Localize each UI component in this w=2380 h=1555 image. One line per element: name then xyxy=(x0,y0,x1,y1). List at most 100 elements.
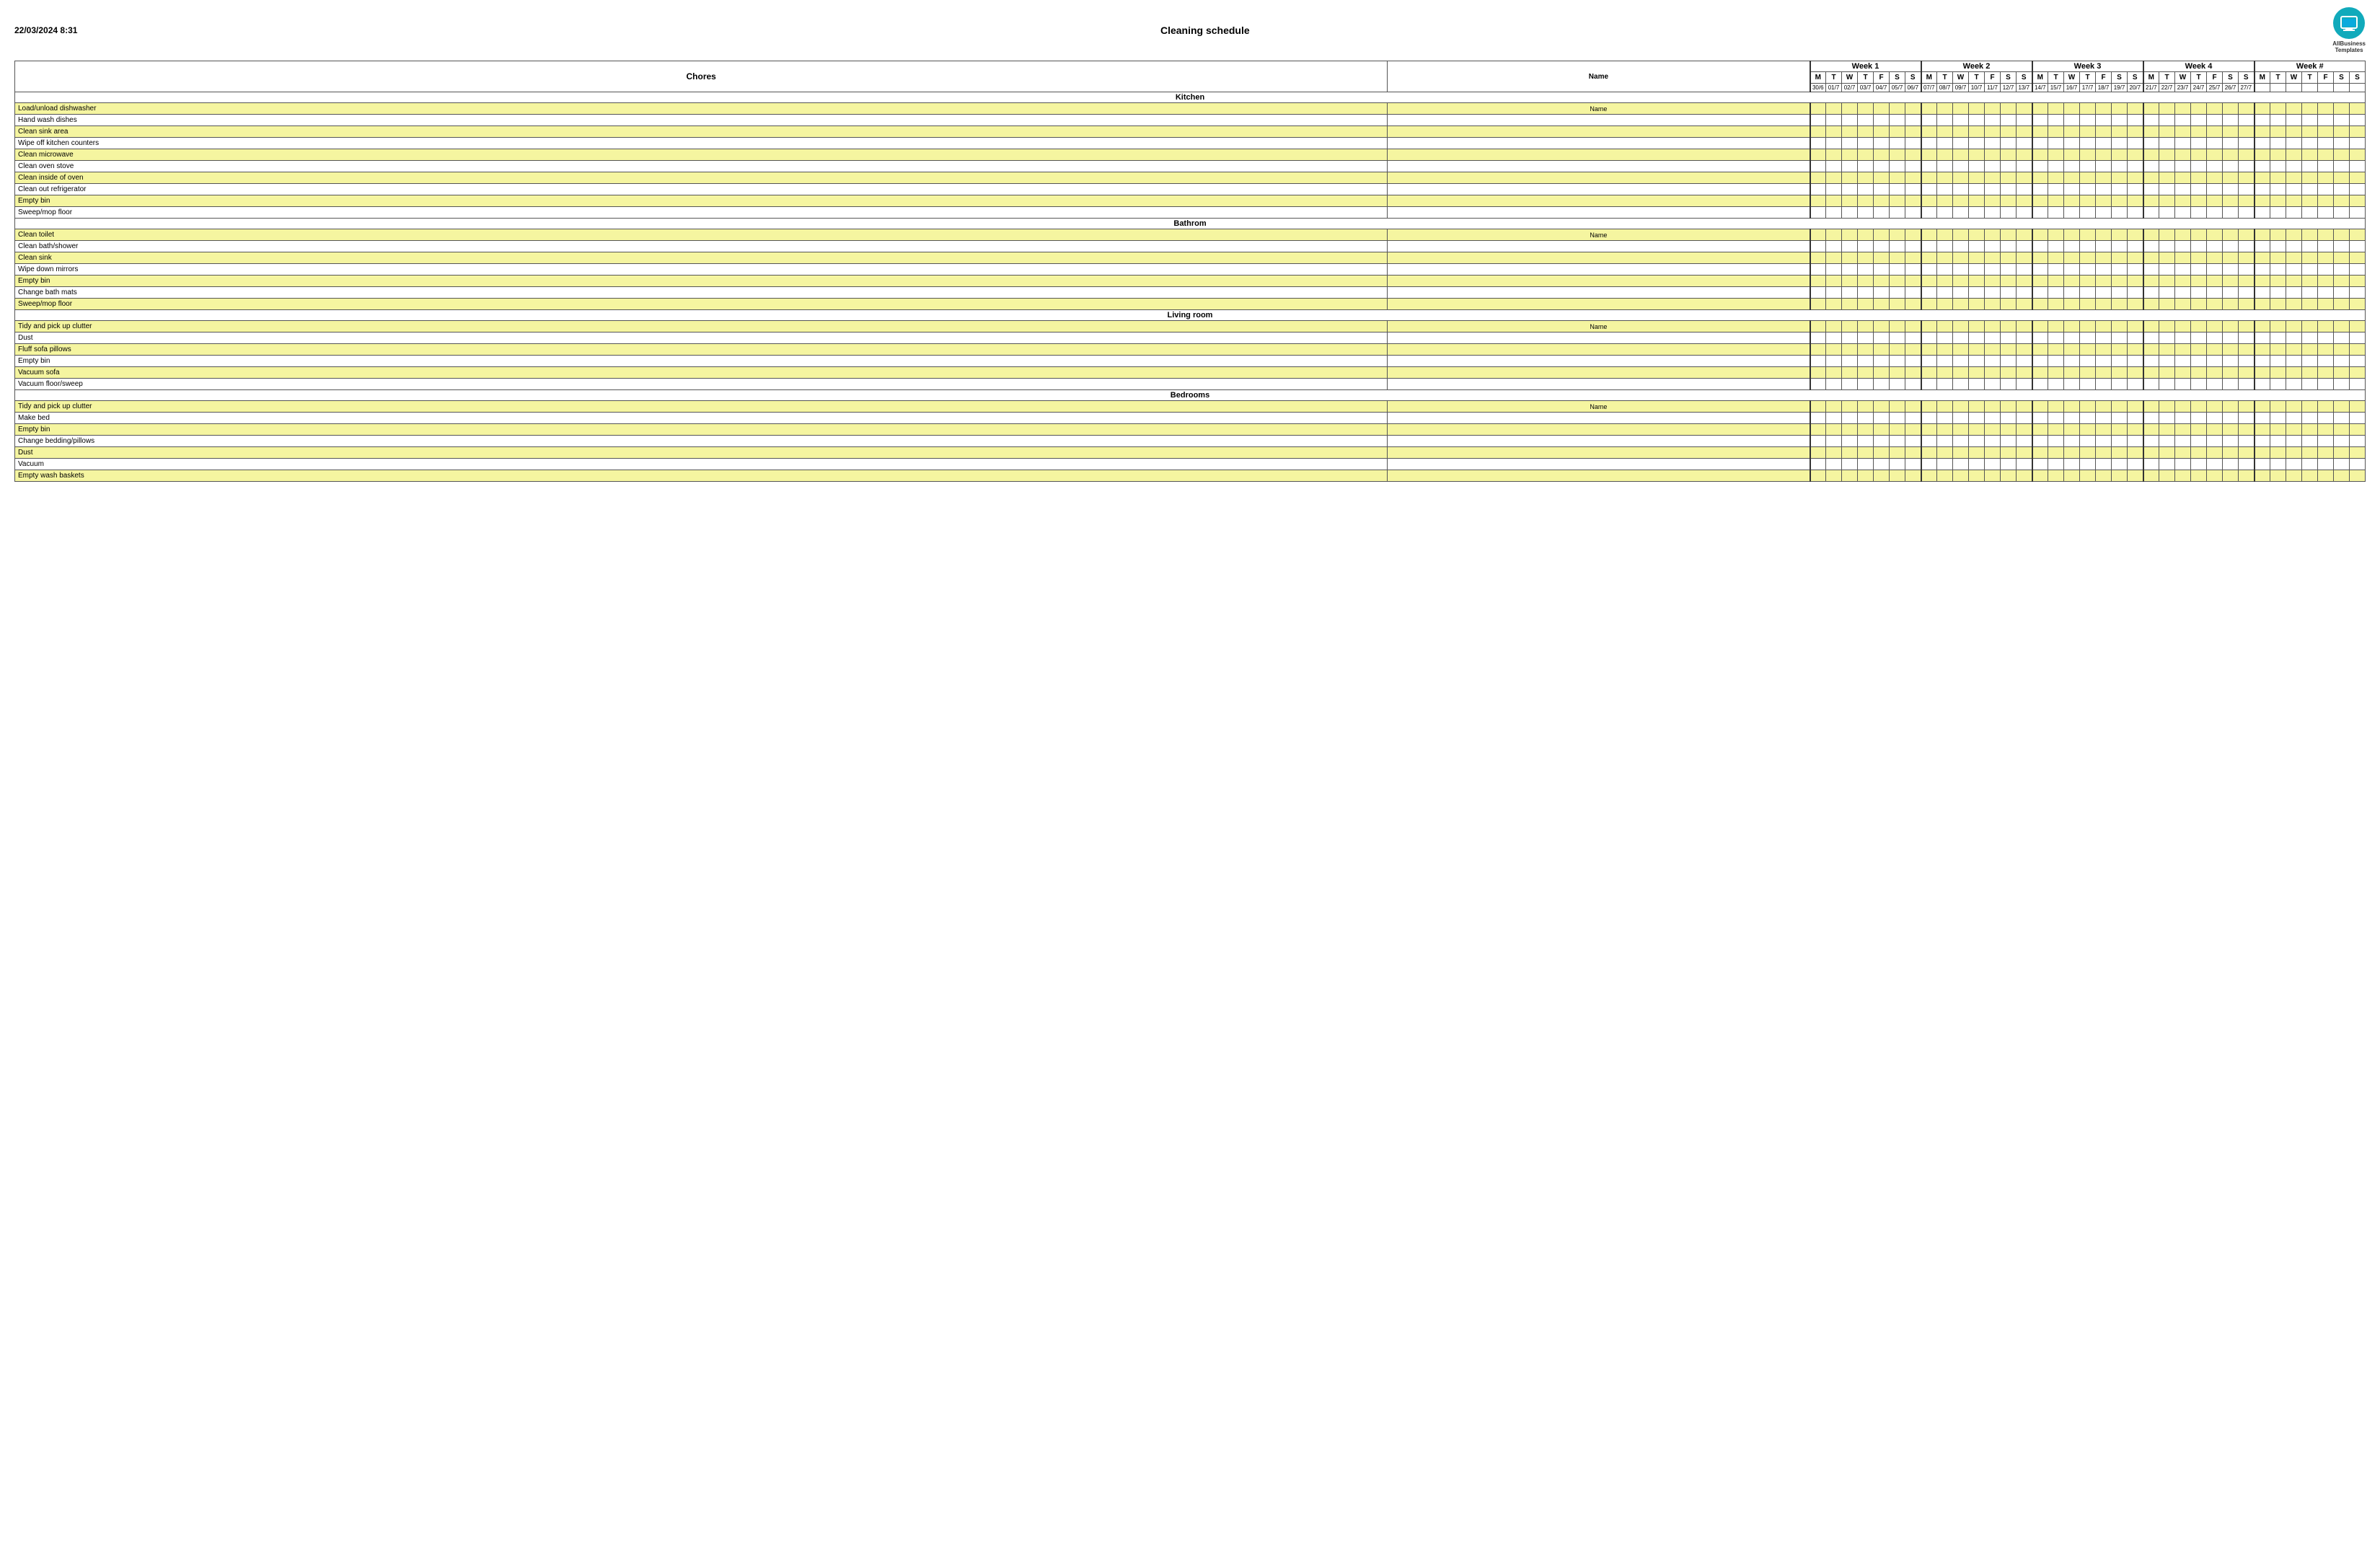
data-cell xyxy=(1937,413,1953,424)
d-24-7: 24/7 xyxy=(2191,84,2207,92)
data-cell xyxy=(2302,287,2318,299)
name-cell-2-3 xyxy=(1388,356,1810,367)
data-cell xyxy=(1890,229,1905,241)
data-cell xyxy=(1890,379,1905,390)
data-cell xyxy=(1826,332,1842,344)
data-cell xyxy=(1905,401,1921,413)
data-cell xyxy=(1826,161,1842,172)
data-cell xyxy=(1826,103,1842,115)
w5d5: F xyxy=(2318,72,2334,84)
data-cell xyxy=(2286,229,2302,241)
data-cell xyxy=(2270,115,2286,126)
data-cell xyxy=(1842,344,1858,356)
data-cell xyxy=(2017,207,2032,219)
data-cell xyxy=(1905,103,1921,115)
data-cell xyxy=(2001,424,2017,436)
data-cell xyxy=(1953,332,1969,344)
data-cell xyxy=(2318,447,2334,459)
data-cell xyxy=(2239,436,2255,447)
data-cell xyxy=(2032,299,2048,310)
data-cell xyxy=(2318,401,2334,413)
data-cell xyxy=(2159,287,2175,299)
data-cell xyxy=(1921,321,1937,332)
chore-label-0-8: Empty bin xyxy=(15,195,1388,207)
data-cell xyxy=(1905,195,1921,207)
data-cell xyxy=(2223,401,2239,413)
data-cell xyxy=(1905,287,1921,299)
data-cell xyxy=(2001,172,2017,184)
name-cell-2-0: Name xyxy=(1388,321,1810,332)
data-cell xyxy=(2080,424,2096,436)
data-cell xyxy=(2318,436,2334,447)
data-cell xyxy=(2064,126,2080,138)
data-cell xyxy=(2318,161,2334,172)
data-cell xyxy=(1985,276,2001,287)
name-cell-1-0: Name xyxy=(1388,229,1810,241)
data-cell xyxy=(2223,161,2239,172)
data-cell xyxy=(2334,126,2350,138)
data-cell xyxy=(1810,367,1826,379)
data-cell xyxy=(1937,299,1953,310)
data-cell xyxy=(2017,184,2032,195)
data-cell xyxy=(1921,447,1937,459)
name-cell-1-6 xyxy=(1388,299,1810,310)
data-cell xyxy=(2191,103,2207,115)
data-cell xyxy=(1953,424,1969,436)
data-cell xyxy=(1842,115,1858,126)
data-cell xyxy=(1890,401,1905,413)
data-cell xyxy=(2096,207,2112,219)
data-cell xyxy=(1905,138,1921,149)
data-cell xyxy=(2302,424,2318,436)
data-cell xyxy=(2350,413,2366,424)
data-cell xyxy=(2207,413,2223,424)
data-cell xyxy=(2318,103,2334,115)
data-cell xyxy=(2143,379,2159,390)
name-cell-2-1 xyxy=(1388,332,1810,344)
data-cell xyxy=(1937,344,1953,356)
data-cell xyxy=(2159,436,2175,447)
data-cell xyxy=(1858,184,1874,195)
data-cell xyxy=(2048,379,2064,390)
data-cell xyxy=(2318,321,2334,332)
data-cell xyxy=(2048,149,2064,161)
data-cell xyxy=(1874,367,1890,379)
data-cell xyxy=(1953,344,1969,356)
data-cell xyxy=(2191,447,2207,459)
data-cell xyxy=(2112,299,2128,310)
data-cell xyxy=(2001,459,2017,470)
data-cell xyxy=(2207,401,2223,413)
data-cell xyxy=(2048,470,2064,482)
data-cell xyxy=(2239,367,2255,379)
row-0-4: Clean microwave xyxy=(15,149,2366,161)
data-cell xyxy=(1874,161,1890,172)
data-cell xyxy=(2128,252,2143,264)
data-cell xyxy=(2112,459,2128,470)
data-cell xyxy=(2112,195,2128,207)
data-cell xyxy=(1921,115,1937,126)
data-cell xyxy=(2286,367,2302,379)
data-cell xyxy=(1842,172,1858,184)
top-bar: 22/03/2024 8:31 Cleaning schedule AllBus… xyxy=(14,7,2366,53)
w2d6: S xyxy=(2001,72,2017,84)
data-cell xyxy=(1890,126,1905,138)
section-title-2: Living room xyxy=(15,310,2366,321)
data-cell xyxy=(2112,424,2128,436)
data-cell xyxy=(2318,299,2334,310)
data-cell xyxy=(2191,287,2207,299)
data-cell xyxy=(2048,447,2064,459)
data-cell xyxy=(2175,344,2191,356)
data-cell xyxy=(1874,447,1890,459)
d-12-7: 12/7 xyxy=(2001,84,2017,92)
name-cell-2-5 xyxy=(1388,379,1810,390)
data-cell xyxy=(1985,287,2001,299)
w2d3: W xyxy=(1953,72,1969,84)
data-cell xyxy=(1969,436,1985,447)
data-cell xyxy=(2064,276,2080,287)
data-cell xyxy=(1905,229,1921,241)
data-cell xyxy=(2270,149,2286,161)
data-cell xyxy=(2001,229,2017,241)
data-cell xyxy=(2207,115,2223,126)
data-cell xyxy=(2096,161,2112,172)
data-cell xyxy=(2302,126,2318,138)
data-cell xyxy=(1969,413,1985,424)
